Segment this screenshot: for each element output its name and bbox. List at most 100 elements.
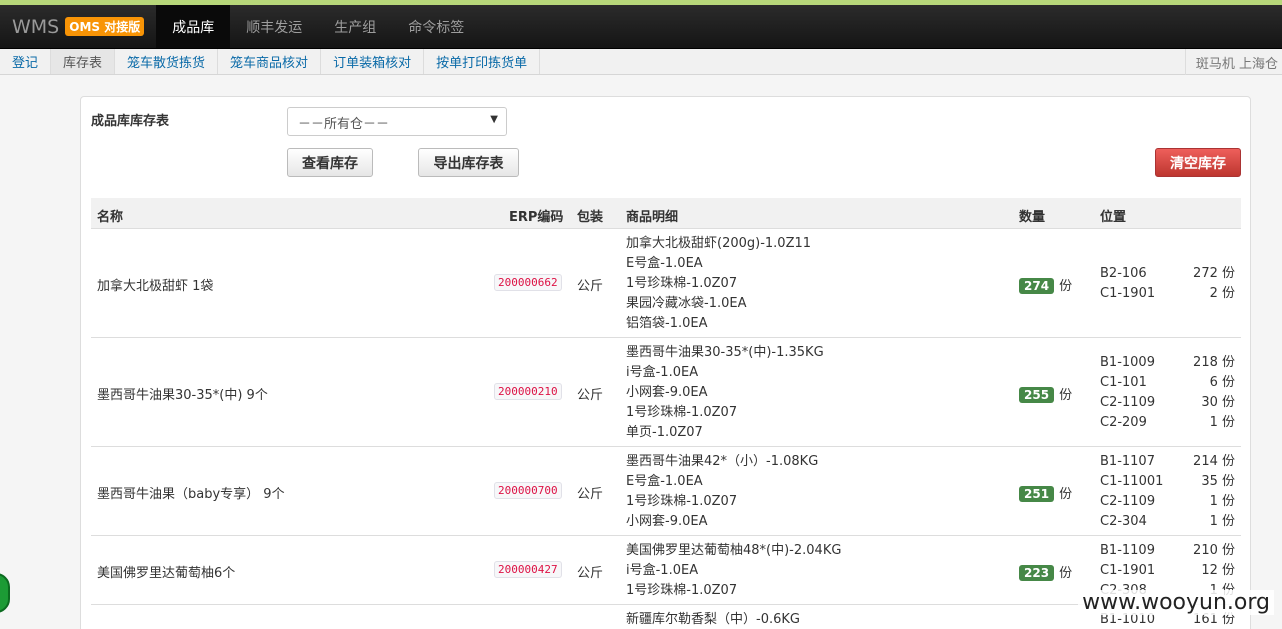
top-navbar: WMS OMS 对接版 成品库 顺丰发运 生产组 命令标签 [0,5,1282,49]
row-details: 墨西哥牛油果30-35*(中)-1.35KG i号盒-1.0EA 小网套-9.0EA… [626,343,824,443]
location-code: C2-1109 [1100,395,1156,410]
detail-line: 1号珍珠棉-1.0Z07 [626,494,738,509]
export-inventory-button[interactable]: 导出库存表 [418,148,519,177]
table-row: 墨西哥牛油果（baby专享） 9个 200000700 公斤 墨西哥牛油果42*（小）… [91,447,1241,536]
row-erp-code: 200000210 [494,383,562,400]
nav-item-command-labels[interactable]: 命令标签 [392,5,480,48]
row-name: 墨西哥牛油果（baby专享） 9个 [97,487,285,502]
subnav-cage-bulk-picking[interactable]: 笼车散货拣货 [115,49,219,74]
table-row: 墨西哥牛油果30-35*(中) 9个 200000210 公斤 墨西哥牛油果30-35… [91,338,1241,447]
location-qty: 210 份 [1193,543,1235,558]
location-qty: 6 份 [1209,375,1235,390]
nav-item-finished-goods[interactable]: 成品库 [156,5,231,48]
row-details: 美国佛罗里达葡萄柚48*(中)-2.04KG i号盒-1.0EA 1号珍珠棉-1.0… [626,541,841,601]
row-pack: 公斤 [577,566,604,581]
erp-code-badge: 200000662 [494,274,562,291]
table-row: 美国佛罗里达葡萄柚6个 200000427 公斤 美国佛罗里达葡萄柚48*(中)-2.… [91,536,1241,605]
warehouse-select[interactable]: －－所有仓－－ ▼ [287,107,507,136]
row-details: 加拿大北极甜虾(200g)-1.0Z11 E号盒-1.0EA 1号珍珠棉-1.0Z0… [626,234,811,334]
row-name: 加拿大北极甜虾 1袋 [97,279,214,294]
location-qty: 1 份 [1209,415,1235,430]
brand[interactable]: WMS OMS 对接版 [0,5,156,48]
panel-title: 成品库库存表 [91,114,170,129]
brand-badge: OMS 对接版 [65,17,145,36]
detail-line: 小网套-9.0EA [626,385,708,400]
sub-navbar: 登记 库存表 笼车散货拣货 笼车商品核对 订单装箱核对 按单打印拣货单 斑马机 … [0,49,1282,75]
location-code: C2-1109 [1100,494,1156,509]
row-pack: 公斤 [577,279,604,294]
location-qty: 2 份 [1209,286,1235,301]
inventory-table: 名称 ERP编码 包装 商品明细 数量 位置 加拿大北极甜虾 1袋 2000006… [91,198,1241,629]
detail-line: E号盒-1.0EA [626,256,703,271]
header-pack: 包装 [577,210,604,225]
row-details: 新疆库尔勒香梨（中）-0.6KG [626,610,800,629]
row-name: 墨西哥牛油果30-35*(中) 9个 [97,388,268,403]
user-warehouse[interactable]: 斑马机 上海仓 [1184,49,1282,75]
header-detail: 商品明细 [626,210,679,225]
location-qty: 1 份 [1209,494,1235,509]
qty-badge: 223 [1019,565,1055,581]
nav-item-production[interactable]: 生产组 [318,5,392,48]
row-qty: 255 份 [1019,384,1072,403]
location-code: B1-1109 [1100,543,1155,558]
row-erp-code: 200000662 [494,274,562,291]
detail-line: 新疆库尔勒香梨（中）-0.6KG [626,612,800,627]
watermark: www.wooyun.org [1078,590,1274,615]
subnav-order-packing-check[interactable]: 订单装箱核对 [321,49,425,74]
detail-line: i号盒-1.0EA [626,365,699,380]
location-code: B1-1009 [1100,355,1155,370]
header-name: 名称 [97,210,124,225]
header-erp: ERP编码 [509,210,564,225]
subnav-inventory[interactable]: 库存表 [51,49,116,74]
detail-line: 小网套-9.0EA [626,514,708,529]
row-location-qtys: 272 份 2 份 [1189,264,1235,304]
detail-line: i号盒-1.0EA [626,563,699,578]
row-erp-code: 200000427 [494,561,562,578]
row-location-qtys: 218 份 6 份 30 份 1 份 [1189,353,1235,433]
clear-inventory-button[interactable]: 清空库存 [1155,148,1241,177]
detail-line: 1号珍珠棉-1.0Z07 [626,276,738,291]
qty-unit: 份 [1059,279,1073,294]
header-qty: 数量 [1019,210,1046,225]
row-erp-code: 200000700 [494,482,562,499]
row-qty: 274 份 [1019,275,1072,294]
location-code: C2-209 [1100,415,1147,430]
table-header: 名称 ERP编码 包装 商品明细 数量 位置 [91,198,1241,229]
subnav-print-pick-list[interactable]: 按单打印拣货单 [424,49,541,74]
header-location: 位置 [1100,210,1127,225]
row-name: 美国佛罗里达葡萄柚6个 [97,566,236,581]
location-code: C1-1901 [1100,563,1156,578]
location-code: B1-1107 [1100,454,1155,469]
detail-line: 单页-1.0Z07 [626,425,703,440]
row-pack: 公斤 [577,487,604,502]
nav-item-sf-shipping[interactable]: 顺丰发运 [230,5,318,48]
row-qty: 223 份 [1019,562,1072,581]
location-qty: 214 份 [1193,454,1235,469]
row-locations: B2-106 C1-1901 [1100,264,1155,304]
qty-unit: 份 [1059,388,1073,403]
subnav-cage-goods-check[interactable]: 笼车商品核对 [218,49,322,74]
location-code: C1-11001 [1100,474,1164,489]
row-location-qtys: 214 份 35 份 1 份 1 份 [1189,452,1235,532]
qty-unit: 份 [1059,566,1073,581]
warehouse-select-value: －－所有仓－－ [298,117,390,132]
brand-name: WMS [12,15,60,38]
location-code: C2-304 [1100,514,1147,529]
subnav-register[interactable]: 登记 [0,49,52,74]
detail-line: 加拿大北极甜虾(200g)-1.0Z11 [626,236,812,251]
location-code: B2-106 [1100,266,1147,281]
location-code: C1-101 [1100,375,1147,390]
side-chat-bubble[interactable] [0,573,10,613]
location-code: C1-1901 [1100,286,1156,301]
detail-line: 1号珍珠棉-1.0Z07 [626,583,738,598]
location-qty: 218 份 [1193,355,1235,370]
view-inventory-button[interactable]: 查看库存 [287,148,373,177]
caret-down-icon: ▼ [490,114,498,125]
location-qty: 30 份 [1201,395,1235,410]
qty-badge: 274 [1019,278,1055,294]
detail-line: 美国佛罗里达葡萄柚48*(中)-2.04KG [626,543,842,558]
detail-line: 铝箔袋-1.0EA [626,316,708,331]
table-row: 加拿大北极甜虾 1袋 200000662 公斤 加拿大北极甜虾(200g)-1.0Z1… [91,229,1241,338]
location-qty: 35 份 [1201,474,1235,489]
row-details: 墨西哥牛油果42*（小）-1.08KG E号盒-1.0EA 1号珍珠棉-1.0Z07… [626,452,818,532]
